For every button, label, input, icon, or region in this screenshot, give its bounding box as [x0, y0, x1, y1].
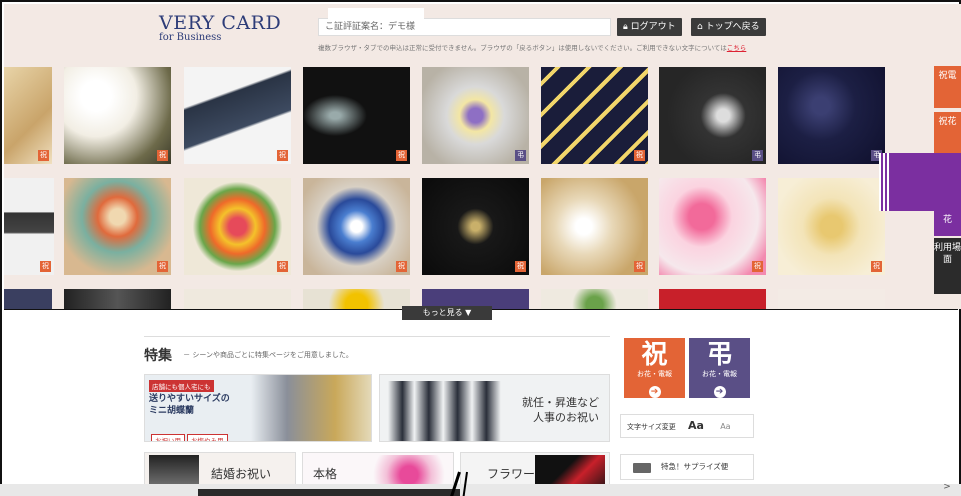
cho-sub: お花・電報: [702, 370, 737, 378]
feature-desc: － シーンや商品ごとに特集ページをご用意しました。: [183, 351, 353, 359]
shuku-badge: 祝: [157, 261, 168, 272]
logout-label: ログアウト: [630, 22, 676, 32]
banner-text: 就任・昇進など人事のお祝い: [522, 395, 599, 425]
banner-image: [251, 375, 371, 441]
shuku-badge: 祝: [871, 261, 882, 272]
product-tile[interactable]: [541, 289, 648, 309]
notice-text: 複数ブラウザ・タブでの申込は正常に受付できません。ブラウザの「戻るボタン」は使用…: [318, 42, 746, 52]
product-tile[interactable]: 祝: [541, 178, 648, 275]
home-icon: ⌂: [697, 22, 706, 32]
cho-button[interactable]: 弔 お花・電報 ➔: [689, 338, 750, 398]
shuku-char: 祝: [641, 340, 668, 370]
banner-line: 送りやすいサイズの: [149, 394, 230, 404]
notice-link[interactable]: こちら: [727, 44, 747, 52]
font-small-button[interactable]: Aa: [720, 422, 730, 431]
redaction-patch: [328, 8, 424, 20]
product-tile[interactable]: [303, 289, 410, 309]
feature-title: 特集: [144, 348, 172, 364]
product-tile[interactable]: 祝: [659, 178, 766, 275]
product-tile[interactable]: 祝: [422, 178, 529, 275]
shuku-badge: 祝: [515, 261, 526, 272]
shuku-badge: 祝: [396, 150, 407, 161]
back-to-top-button[interactable]: ⌂ トップへ戻る: [691, 18, 766, 36]
banner-text: 結婚お祝い: [211, 467, 272, 481]
shuku-badge: 祝: [634, 261, 645, 272]
product-tile[interactable]: 祝: [184, 67, 291, 164]
cho-badge: 弔: [515, 150, 526, 161]
overlay-purple-box: [879, 153, 961, 211]
side-tab-hana[interactable]: 祝花: [934, 112, 961, 154]
banner-line: 人事のお祝い: [533, 411, 599, 424]
product-tile[interactable]: 祝: [4, 178, 54, 275]
font-large-button[interactable]: Aa: [688, 419, 704, 432]
product-tile[interactable]: [659, 289, 766, 309]
product-tile[interactable]: 祝: [303, 67, 410, 164]
search-input[interactable]: こ証評証案名：デモ様: [318, 18, 611, 36]
scroll-right-arrow-icon[interactable]: >: [940, 482, 954, 496]
banner-personnel[interactable]: 就任・昇進など人事のお祝い: [379, 374, 610, 442]
font-size-control: 文字サイズ変更 Aa Aa: [620, 414, 754, 438]
product-tile[interactable]: 祝: [303, 178, 410, 275]
banner-tag: 店舗にも個人宅にも: [149, 380, 214, 392]
more-button[interactable]: もっと見る ▼: [402, 306, 492, 320]
logout-button[interactable]: 🔒︎ ログアウト: [617, 18, 682, 36]
banner-text: 本格: [313, 467, 338, 481]
scrollbar-thumb[interactable]: [198, 489, 460, 496]
product-tile[interactable]: [4, 289, 52, 309]
banner-mini-orchid[interactable]: 店舗にも個人宅にも 送りやすいサイズの ミニ胡蝶蘭 お祝い用 お悔やみ用: [144, 374, 372, 442]
shuku-button[interactable]: 祝 お花・電報 ➔: [624, 338, 685, 398]
arrow-icon: ➔: [713, 386, 726, 398]
product-tile[interactable]: 弔: [778, 67, 885, 164]
shuku-badge: 祝: [157, 150, 168, 161]
banner-line: ミニ胡蝶蘭: [149, 406, 195, 416]
side-tab-hana2[interactable]: 花: [934, 210, 961, 236]
product-tile[interactable]: 祝: [778, 178, 885, 275]
product-tile[interactable]: 祝: [4, 67, 52, 164]
shuku-badge: 祝: [277, 150, 288, 161]
shuku-badge: 祝: [396, 261, 407, 272]
surprise-delivery-banner[interactable]: 特急！サプライズ便: [620, 454, 754, 480]
arrow-icon: ➔: [648, 386, 661, 398]
product-tile[interactable]: [778, 289, 885, 309]
product-tile[interactable]: 祝: [64, 178, 171, 275]
side-tab-scene[interactable]: 利用場面: [934, 238, 961, 294]
font-size-label: 文字サイズ変更: [627, 423, 676, 431]
shuku-badge: 祝: [634, 150, 645, 161]
shuku-badge: 祝: [40, 261, 51, 272]
product-tile[interactable]: [64, 289, 171, 309]
surprise-label: 特急！サプライズ便: [661, 462, 729, 471]
hero-area: 祝 祝 祝 祝 弔 祝 弔 弔 祝 祝 祝 祝 祝 祝 祝 祝 VERY CAR…: [4, 4, 961, 309]
cho-char: 弔: [706, 340, 733, 370]
side-tab-denpo[interactable]: 祝電: [934, 66, 961, 108]
cho-badge: 弔: [752, 150, 763, 161]
banner-image: [388, 381, 508, 441]
shuku-badge: 祝: [752, 261, 763, 272]
horizontal-scrollbar[interactable]: [0, 484, 961, 496]
shuku-badge: 祝: [277, 261, 288, 272]
product-tile[interactable]: 弔: [422, 67, 529, 164]
banner-text: 送りやすいサイズの ミニ胡蝶蘭: [149, 393, 230, 417]
shuku-sub: お花・電報: [637, 370, 672, 378]
product-tile[interactable]: [184, 289, 291, 309]
shuku-badge: 祝: [38, 150, 49, 161]
feature-header: 特集 － シーンや商品ごとに特集ページをご用意しました。: [144, 336, 610, 365]
brand-logo[interactable]: VERY CARD for Business: [159, 12, 281, 43]
banner-line: 就任・昇進など: [522, 396, 599, 409]
chip-condolence: お悔やみ用: [187, 434, 228, 441]
product-tile[interactable]: 祝: [64, 67, 171, 164]
product-tile[interactable]: 祝: [184, 178, 291, 275]
truck-icon: [633, 463, 651, 473]
brand-name: VERY CARD: [159, 12, 282, 34]
lock-icon: 🔒︎: [623, 22, 631, 32]
chip-celebration: お祝い用: [151, 434, 185, 441]
banner-text: フラワー: [487, 467, 536, 481]
notice-body: 複数ブラウザ・タブでの申込は正常に受付できません。ブラウザの「戻るボタン」は使用…: [318, 44, 727, 52]
product-tile[interactable]: 弔: [659, 67, 766, 164]
product-tile[interactable]: 祝: [541, 67, 648, 164]
banner-chips: お祝い用 お悔やみ用: [151, 428, 230, 441]
back-to-top-label: トップへ戻る: [705, 22, 760, 32]
